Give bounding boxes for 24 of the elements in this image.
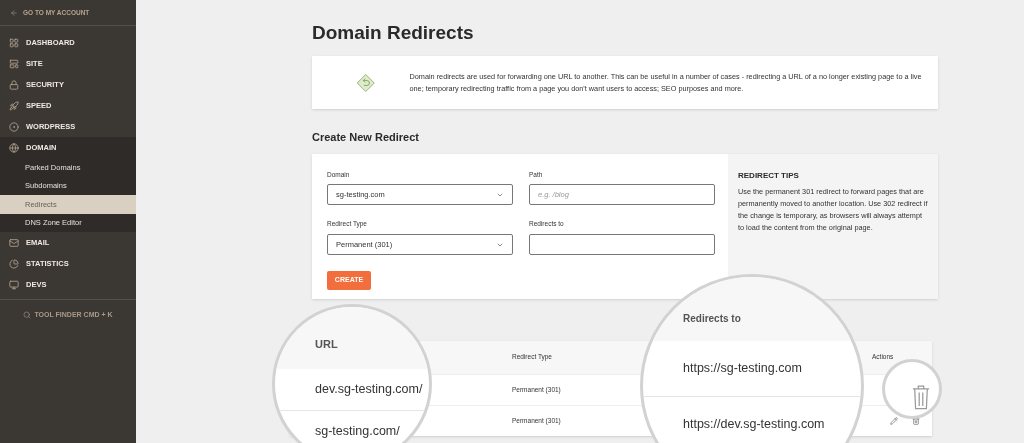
table-cell-text: https://dev.sg-testing.com	[683, 415, 825, 433]
input-field[interactable]	[529, 234, 715, 255]
lock-icon	[9, 79, 19, 90]
grid-icon	[9, 37, 19, 48]
trash-icon	[912, 384, 930, 410]
globe-icon	[9, 142, 19, 153]
monitor-icon	[9, 279, 19, 290]
layout-icon	[9, 58, 19, 69]
tips-title: REDIRECT TIPS	[738, 169, 800, 182]
search-icon	[23, 311, 32, 319]
back-arrow-icon	[10, 8, 18, 17]
page-title: Domain Redirects	[312, 21, 475, 45]
pie-chart-icon	[9, 258, 19, 269]
table-cell-text: https://sg-testing.com	[683, 359, 802, 377]
circle-icon	[9, 121, 19, 132]
envelope-icon	[9, 237, 19, 248]
rocket-icon	[9, 100, 19, 111]
column-header: URL	[315, 337, 338, 350]
table-cell-text: dev.sg-testing.com/	[315, 380, 423, 398]
table-cell-text: sg-testing.com/	[315, 422, 400, 440]
section-heading: Create New Redirect	[312, 130, 420, 145]
edit-icon[interactable]	[890, 416, 898, 425]
trash-icon[interactable]	[912, 416, 920, 425]
column-header: Redirects to	[683, 312, 741, 324]
